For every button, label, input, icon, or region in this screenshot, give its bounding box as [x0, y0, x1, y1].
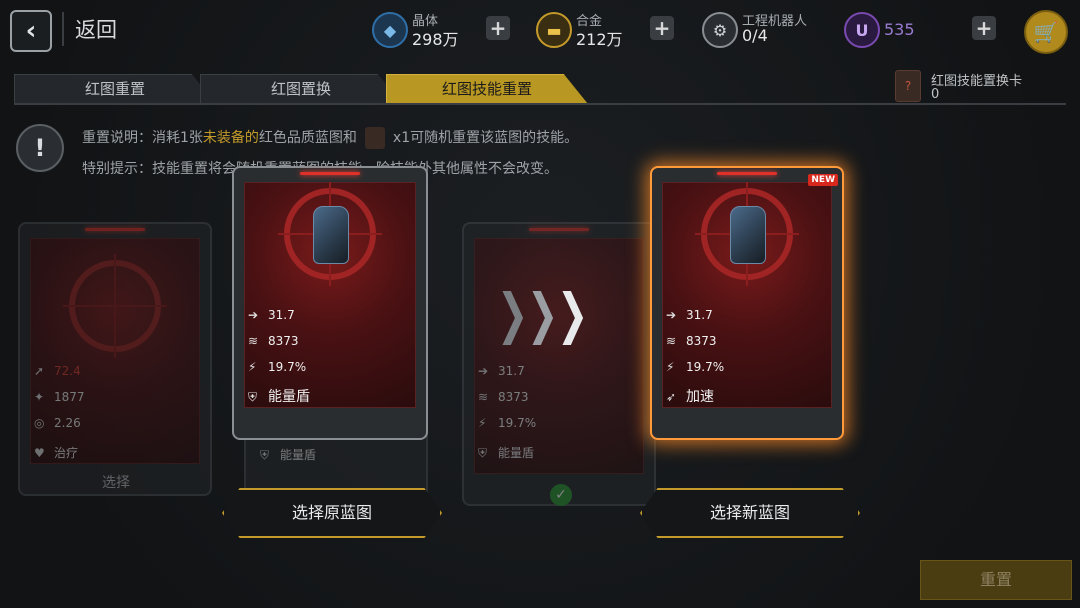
tab-bar: 红图重置 红图置换 红图技能重置 — [14, 74, 914, 104]
check-icon: ✓ — [550, 484, 572, 506]
warning-icon: ! — [16, 124, 64, 172]
stat-skill: ♥ 治疗 — [34, 446, 79, 460]
shield-icon: ⛨ — [248, 390, 258, 404]
cart-icon: 🛒 — [1033, 20, 1059, 44]
stat-crit: ⚡ 19.7% — [478, 416, 537, 430]
divider — [14, 103, 1066, 105]
skill-card-count: 0 — [931, 87, 940, 102]
stat-hp: ✦ 1877 — [34, 390, 85, 404]
shield-icon: ⛨ — [478, 446, 488, 460]
select-new-button[interactable]: 选择新蓝图 — [640, 488, 860, 538]
alloy-icon: ▬ — [536, 12, 572, 48]
chevron-right-icon: ❯ — [556, 282, 589, 345]
damage-icon: ➔ — [666, 308, 677, 322]
resource-value: 212万 — [576, 30, 623, 49]
u-currency-icon: U — [844, 12, 880, 48]
stat-damage: ➔ 31.7 — [248, 308, 295, 322]
select-original-button[interactable]: 选择原蓝图 — [222, 488, 442, 538]
stat-hp: ≋ 8373 — [248, 334, 299, 348]
new-badge: NEW — [808, 174, 838, 186]
armor-icon: ≋ — [248, 334, 259, 348]
target-reticle — [63, 254, 167, 358]
armor-icon: ≋ — [478, 390, 489, 404]
new-blueprint-card[interactable]: NEW ➔ 31.7 ≋ 8373 ⚡ 19.7% ➶ 加速 — [650, 166, 844, 440]
add-crystal-button[interactable]: + — [486, 16, 510, 40]
resource-value: 535 — [884, 20, 915, 39]
tab-red-swap[interactable]: 红图置换 — [200, 74, 402, 104]
damage-icon: ➔ — [478, 364, 489, 378]
stat-skill: ⛨ 能量盾 — [260, 448, 317, 462]
stat-hp: ≋ 8373 — [666, 334, 717, 348]
resource-crystal: ◆ 晶体 298万 — [372, 8, 492, 49]
inventory-card-middle[interactable]: ➔ 31.7 ≋ 8373 ⚡ 19.7% ⛨ 能量盾 ✓ — [462, 222, 656, 506]
card-face — [474, 238, 644, 474]
chevron-right-icon: ❯ — [496, 282, 529, 345]
top-bar: ‹ 返回 ◆ 晶体 298万 + ▬ 合金 212万 + ⚙ 工程机器人 0/4… — [0, 0, 1080, 58]
chevron-left-icon: ‹ — [25, 16, 37, 46]
shield-icon: ⛨ — [260, 448, 270, 462]
tab-red-skill-reset[interactable]: 红图技能重置 — [386, 74, 588, 104]
speed-icon: ➶ — [666, 390, 677, 404]
stat-damage: ➔ 31.7 — [478, 364, 525, 378]
tab-red-reset[interactable]: 红图重置 — [14, 74, 216, 104]
select-label[interactable]: 选择 — [102, 472, 130, 492]
crit-icon: ⚡ — [248, 360, 257, 374]
divider — [62, 12, 64, 46]
inventory-card-left[interactable]: ➚ 72.4 ✦ 1877 ◎ 2.26 ♥ 治疗 选择 — [18, 222, 212, 496]
crystal-icon: ◆ — [372, 12, 408, 48]
card-indicator — [300, 172, 360, 175]
reset-button[interactable]: 重置 — [920, 560, 1072, 600]
stat-skill: ⛨ 能量盾 — [478, 446, 535, 460]
resource-u-currency: U 535 — [844, 8, 944, 48]
back-label[interactable]: 返回 — [75, 14, 117, 44]
stat-hp: ≋ 8373 — [478, 390, 529, 404]
resource-value: 0/4 — [742, 26, 768, 45]
add-u-currency-button[interactable]: + — [972, 16, 996, 40]
skill-card-small-icon — [364, 127, 385, 149]
resource-robot: ⚙ 工程机器人 0/4 — [702, 8, 832, 48]
robot-icon: ⚙ — [702, 12, 738, 48]
card-indicator — [85, 228, 145, 231]
shop-cart-button[interactable]: 🛒 — [1024, 10, 1068, 54]
back-button[interactable]: ‹ — [10, 10, 52, 52]
stat-damage: ➔ 31.7 — [666, 308, 713, 322]
stat-crit: ⚡ 19.7% — [248, 360, 307, 374]
stat-skill: ➶ 加速 — [666, 389, 714, 405]
crit-icon: ⚡ — [666, 360, 675, 374]
resource-alloy: ▬ 合金 212万 — [536, 8, 656, 49]
chevron-right-icon: ❯ — [526, 282, 559, 345]
rate-icon: ◎ — [34, 416, 45, 430]
resource-value: 298万 — [412, 30, 459, 49]
card-indicator — [529, 228, 589, 231]
heal-icon: ♥ — [34, 446, 45, 460]
notice-line-1: 重置说明：消耗1张未装备的红色品质蓝图和 x1可随机重置该蓝图的技能。 — [82, 127, 578, 149]
crit-icon: ⚡ — [478, 416, 487, 430]
stat-crit: ⚡ 19.7% — [666, 360, 725, 374]
hp-icon: ✦ — [34, 390, 45, 404]
skill-card-name: 红图技能置换卡 — [931, 74, 1023, 89]
blueprint-item-icon — [730, 206, 766, 264]
original-blueprint-card[interactable]: ➔ 31.7 ≋ 8373 ⚡ 19.7% ⛨ 能量盾 — [232, 166, 428, 440]
card-indicator — [717, 172, 777, 175]
stat-damage: ➚ 72.4 — [34, 364, 81, 378]
damage-icon: ➚ — [34, 364, 45, 378]
armor-icon: ≋ — [666, 334, 677, 348]
blueprint-item-icon — [313, 206, 349, 264]
skill-card-icon: ? — [895, 70, 921, 102]
add-alloy-button[interactable]: + — [650, 16, 674, 40]
damage-icon: ➔ — [248, 308, 259, 322]
stat-skill: ⛨ 能量盾 — [248, 389, 310, 405]
stat-rate: ◎ 2.26 — [34, 416, 81, 430]
